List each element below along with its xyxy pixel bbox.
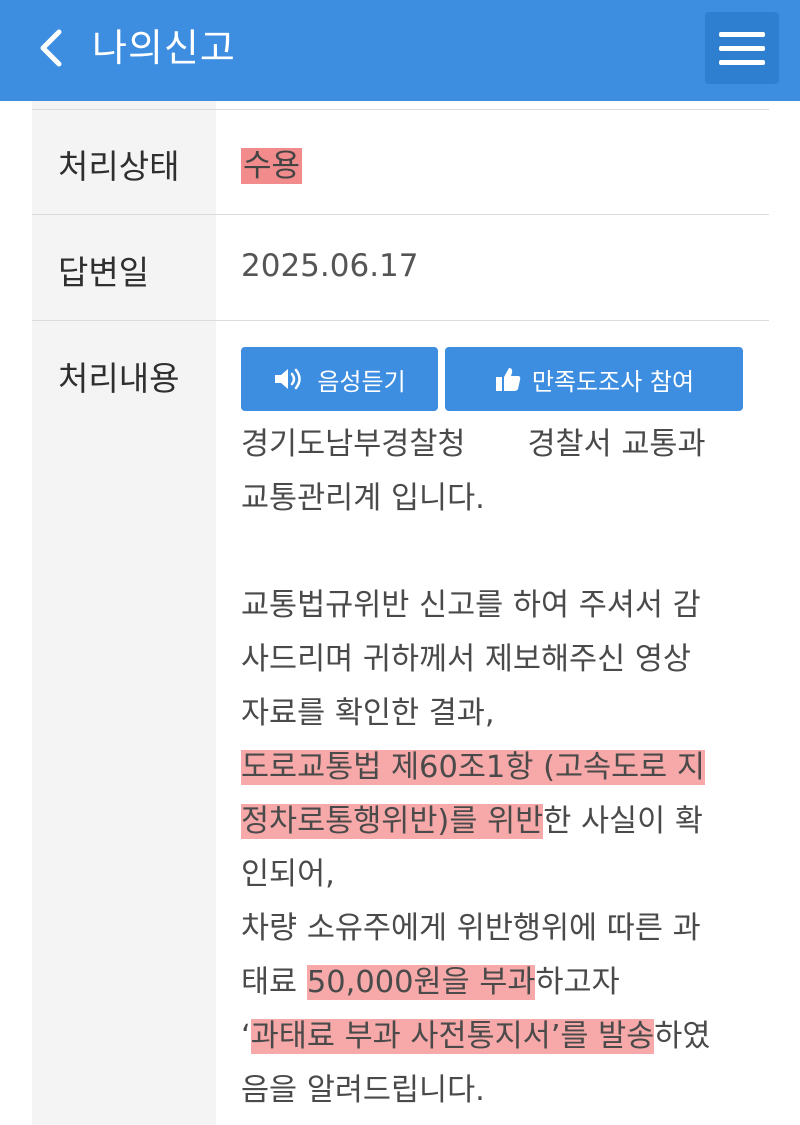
- satisfaction-survey-label: 만족도조사 참여: [531, 367, 695, 396]
- back-button[interactable]: [30, 26, 70, 70]
- content-text: 사드리며 귀하께서 제보해주신 영상: [241, 642, 691, 678]
- content-text: 교통법규위반 신고를 하여 주셔서 감: [241, 588, 701, 624]
- processing-content: 경기도남부경찰청 경찰서 교통과 교통관리계 입니다. 교통법규위반 신고를 하여…: [241, 418, 741, 1117]
- status-label: 처리상태: [58, 147, 180, 186]
- left-gutter: [0, 101, 32, 1125]
- chevron-left-icon: [40, 29, 62, 67]
- listen-voice-button[interactable]: 음성듣기: [241, 347, 438, 411]
- content-text: 인되어,: [241, 857, 335, 893]
- highlighted-text: 정차로통행위반)를 위반: [241, 803, 544, 839]
- content-text: 교통관리계 입니다.: [241, 480, 485, 516]
- content-text: ‘: [241, 1018, 251, 1054]
- divider: [32, 320, 769, 321]
- content-text: 하였: [654, 1018, 711, 1054]
- highlighted-text: 50,000원을 부과: [306, 964, 536, 1000]
- content-text: 하고자: [535, 964, 620, 1000]
- divider: [32, 109, 769, 110]
- highlighted-text: 과태료 부과 사전통지서’를 발송: [250, 1018, 655, 1054]
- content-label: 처리내용: [58, 359, 180, 398]
- content-text: 태료: [241, 964, 307, 1000]
- content-text: 자료를 확인한 결과,: [241, 695, 495, 731]
- listen-voice-label: 음성듣기: [317, 367, 406, 396]
- answer-date-value: 2025.06.17: [241, 248, 419, 284]
- content-text: 한 사실이 확: [543, 803, 703, 839]
- speaker-icon: [275, 368, 302, 390]
- answer-date-label: 답변일: [58, 253, 150, 292]
- content-text: 경찰서 교통과: [527, 427, 706, 462]
- app-header: 나의신고: [0, 0, 800, 101]
- thumbs-up-icon: [495, 368, 521, 391]
- status-badge: 수용: [241, 140, 303, 185]
- highlighted-text: 도로교통법 제60조1항 (고속도로 지: [241, 749, 705, 785]
- content-text: 차량 소유주에게 위반행위에 따른 과: [241, 911, 701, 947]
- divider: [32, 214, 769, 215]
- menu-button[interactable]: [705, 12, 779, 84]
- content-text: 경기도남부경찰청: [241, 427, 466, 462]
- page-title: 나의신고: [92, 26, 236, 70]
- hamburger-icon: [719, 31, 765, 37]
- content-text: 음을 알려드립니다.: [241, 1072, 485, 1108]
- status-value: 수용: [241, 148, 303, 184]
- satisfaction-survey-button[interactable]: 만족도조사 참여: [445, 347, 743, 411]
